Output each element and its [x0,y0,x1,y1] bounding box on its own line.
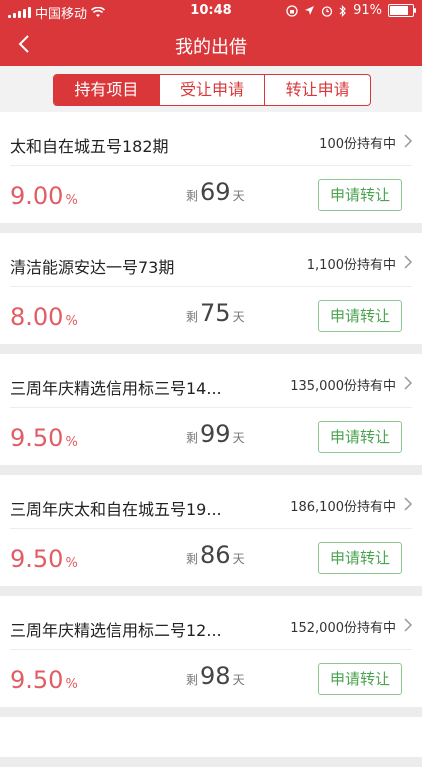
holding-shares: 186,100份持有中 [290,500,396,515]
project-name: 三周年庆精选信用标三号14... [10,379,222,398]
days-value: 69 [200,178,231,206]
tab-holding[interactable]: 持有项目 [54,75,159,105]
divider [10,649,412,650]
project-name: 清洁能源安达一号73期 [10,258,175,277]
status-bar: 中国移动 10:48 91% [0,0,422,22]
apply-transfer-button[interactable]: 申请转让 [318,300,402,332]
remain-label: 剩 [186,552,199,566]
remain-label: 剩 [186,310,199,324]
remaining-days: 剩69 天 [186,178,245,206]
divider [10,286,412,287]
divider [10,407,412,408]
holding-shares: 135,000份持有中 [290,379,396,394]
remaining-days: 剩86 天 [186,541,245,569]
days-value: 99 [200,420,231,448]
rate-value: 9.50 [10,424,64,452]
days-value: 75 [200,299,231,327]
alarm-icon [321,5,333,17]
location-icon [305,6,315,15]
remain-label: 剩 [186,189,199,203]
divider [10,165,412,166]
rate-unit: % [65,556,78,571]
project-name: 太和自在城五号182期 [10,137,169,156]
annual-rate: 9.50% [10,424,78,452]
rate-value: 9.50 [10,545,64,573]
annual-rate: 8.00% [10,303,78,331]
list-item[interactable]: 太和自在城五号182期 100份持有中 9.00% 剩69 天 申请转让 [0,112,422,223]
battery-icon [388,4,416,17]
holding-list: 太和自在城五号182期 100份持有中 9.00% 剩69 天 申请转让 清洁能源… [0,112,422,767]
rate-value: 8.00 [10,303,64,331]
rate-unit: % [65,677,78,692]
list-item[interactable]: 三周年庆精选信用标三号14... 135,000份持有中 9.50% 剩99 天 … [0,354,422,465]
chevron-right-icon[interactable] [402,374,414,392]
tab-incoming-transfer[interactable]: 受让申请 [158,75,265,105]
rate-unit: % [65,193,78,208]
remaining-days: 剩99 天 [186,420,245,448]
remaining-days: 剩75 天 [186,299,245,327]
rate-value: 9.50 [10,666,64,694]
project-name: 三周年庆精选信用标二号12... [10,621,222,640]
list-item[interactable] [0,717,422,757]
list-item[interactable]: 三周年庆太和自在城五号19... 186,100份持有中 9.50% 剩86 天 … [0,475,422,586]
days-value: 86 [200,541,231,569]
bluetooth-icon [339,4,346,17]
tab-bar: 持有项目 受让申请 转让申请 [0,66,422,112]
days-unit: 天 [232,552,245,566]
apply-transfer-button[interactable]: 申请转让 [318,663,402,695]
holding-shares: 100份持有中 [319,137,396,152]
divider [10,528,412,529]
rotation-lock-icon [286,4,298,17]
rate-value: 9.00 [10,182,64,210]
chevron-right-icon[interactable] [402,495,414,513]
remaining-days: 剩98 天 [186,662,245,690]
apply-transfer-button[interactable]: 申请转让 [318,179,402,211]
chevron-right-icon[interactable] [402,132,414,150]
list-item[interactable]: 清洁能源安达一号73期 1,100份持有中 8.00% 剩75 天 申请转让 [0,233,422,344]
annual-rate: 9.00% [10,182,78,210]
holding-shares: 1,100份持有中 [306,258,396,273]
list-item[interactable]: 三周年庆精选信用标二号12... 152,000份持有中 9.50% 剩98 天 … [0,596,422,707]
apply-transfer-button[interactable]: 申请转让 [318,421,402,453]
chevron-right-icon[interactable] [402,253,414,271]
holding-shares: 152,000份持有中 [290,621,396,636]
page-title: 我的出借 [175,37,247,58]
nav-bar: 我的出借 [0,22,422,66]
segmented-tabs: 持有项目 受让申请 转让申请 [53,74,371,106]
rate-unit: % [65,314,78,329]
days-unit: 天 [232,431,245,445]
annual-rate: 9.50% [10,545,78,573]
battery-percent: 91% [353,3,382,18]
chevron-right-icon[interactable] [402,616,414,634]
project-name: 三周年庆太和自在城五号19... [10,500,222,519]
days-unit: 天 [232,673,245,687]
rate-unit: % [65,435,78,450]
days-value: 98 [200,662,231,690]
days-unit: 天 [232,310,245,324]
annual-rate: 9.50% [10,666,78,694]
remain-label: 剩 [186,673,199,687]
remain-label: 剩 [186,431,199,445]
days-unit: 天 [232,189,245,203]
tab-outgoing-transfer[interactable]: 转让申请 [264,75,370,105]
apply-transfer-button[interactable]: 申请转让 [318,542,402,574]
